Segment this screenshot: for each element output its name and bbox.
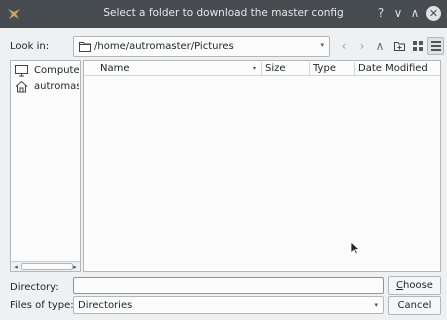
directory-input[interactable] (73, 277, 384, 294)
choose-label: hoose (403, 280, 433, 291)
column-header-type[interactable]: Type (313, 63, 336, 74)
file-list-header: Name ▾ Size Type Date Modified (84, 61, 440, 76)
sidebar-horizontal-scrollbar[interactable]: ◂ ▸ (11, 261, 80, 271)
detail-view-button[interactable] (427, 37, 444, 55)
look-in-label: Look in: (10, 41, 50, 52)
files-of-type-value: Directories (78, 300, 133, 311)
chevron-down-icon: ▾ (374, 301, 378, 309)
list-view-button[interactable] (409, 37, 427, 55)
choose-button[interactable]: Choose (388, 276, 441, 295)
places-sidebar: Computer autromaster ◂ ▸ (10, 60, 81, 272)
scroll-right-icon[interactable]: ▸ (70, 262, 80, 272)
directory-label: Directory: (10, 282, 59, 293)
sidebar-item-label: autromaster (34, 81, 79, 92)
sidebar-item-home[interactable]: autromaster (15, 80, 79, 94)
cancel-button[interactable]: Cancel (388, 296, 441, 315)
back-button[interactable]: ‹ (335, 37, 353, 55)
scroll-left-icon[interactable]: ◂ (11, 262, 21, 272)
mouse-pointer-icon (350, 241, 360, 255)
file-list[interactable]: Name ▾ Size Type Date Modified (83, 60, 441, 272)
detail-view-icon (430, 41, 441, 51)
files-of-type-combo[interactable]: Directories ▾ (73, 296, 384, 314)
minimize-icon[interactable]: ∨ (391, 6, 405, 20)
new-folder-icon (393, 42, 405, 51)
column-divider[interactable] (261, 62, 262, 75)
forward-button[interactable]: › (353, 37, 371, 55)
look-in-combo[interactable]: /home/autromaster/Pictures ▾ (73, 36, 330, 57)
column-header-size[interactable]: Size (265, 63, 286, 74)
sidebar-item-computer[interactable]: Computer (15, 64, 79, 78)
column-divider[interactable] (309, 62, 310, 75)
help-icon[interactable]: ? (374, 6, 388, 20)
look-in-path: /home/autromaster/Pictures (94, 41, 234, 52)
computer-icon (15, 65, 28, 77)
title-bar: Select a folder to download the master c… (0, 0, 447, 28)
scrollbar-thumb[interactable] (21, 263, 73, 270)
close-icon[interactable]: ✕ (426, 6, 441, 21)
list-view-icon (413, 41, 423, 51)
new-folder-button[interactable] (390, 37, 408, 55)
maximize-icon[interactable]: ∧ (408, 6, 422, 20)
folder-icon (79, 42, 91, 52)
sidebar-item-label: Computer (34, 65, 79, 76)
files-of-type-label: Files of type: (10, 300, 74, 311)
column-header-name[interactable]: Name (100, 63, 130, 74)
parent-directory-button[interactable]: ∧ (371, 37, 389, 55)
file-dialog: Select a folder to download the master c… (0, 0, 447, 320)
column-header-date-modified[interactable]: Date Modified (358, 63, 428, 74)
home-icon (15, 80, 28, 93)
choose-mnemonic: C (396, 280, 404, 291)
sort-descending-icon: ▾ (253, 65, 257, 72)
chevron-down-icon: ▾ (320, 41, 324, 49)
column-divider[interactable] (354, 62, 355, 75)
